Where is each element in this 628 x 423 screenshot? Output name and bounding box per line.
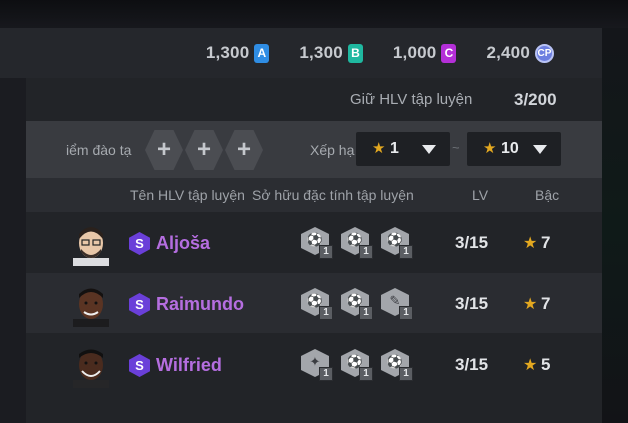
currency-a: 1,300 A: [206, 43, 270, 63]
boot-trait-icon: ⚽ 1: [341, 227, 375, 261]
coach-level: 3/15: [455, 294, 489, 313]
coach-grade: 7: [541, 294, 551, 313]
ball-trait-icon: ⚽ 1: [381, 227, 415, 261]
column-header-grade: Bậc: [535, 187, 560, 203]
table-row[interactable]: S Wilfried ✦ 1 ⚽ 1 ⚽ 1 3/15 ★ 5: [26, 334, 602, 394]
currency-a-icon: A: [254, 43, 270, 63]
currency-cp: 2,400 CP: [486, 43, 554, 63]
hold-row: Giữ HLV tập luyện 3/200: [26, 78, 602, 121]
coach-name: Raimundo: [156, 294, 244, 314]
coach-level: 3/15: [455, 355, 489, 374]
trait-level: 1: [399, 245, 413, 259]
rarity-s-badge: S: [129, 232, 150, 255]
table-header: Tên HLV tập luyện Sở hữu đặc tính tập lu…: [26, 178, 602, 212]
ball-trait-icon: ⚽ 1: [341, 349, 375, 383]
min-rank-dropdown[interactable]: ★ 1: [356, 132, 450, 166]
table-row[interactable]: S Aljoša ⚽ 1 ⚽ 1 ⚽ 1 3/15 ★ 7: [26, 212, 602, 272]
whistle-trait-icon: ✎ 1: [381, 288, 415, 322]
column-header-traits: Sở hữu đặc tính tập luyện: [252, 187, 414, 203]
column-header-name: Tên HLV tập luyện: [130, 187, 245, 203]
currency-amount: 1,300: [205, 43, 250, 62]
currency-b: 1,300 B: [299, 43, 363, 63]
cp-coin-icon: CP: [535, 43, 554, 63]
star-icon: ★: [523, 357, 538, 374]
boot-trait-icon: ⚽ 1: [301, 227, 335, 261]
table-row[interactable]: S Raimundo ⚽ 1 ⚽ 1 ✎ 1 3/15 ★ 7: [26, 273, 602, 333]
star-icon: ★: [523, 296, 538, 313]
currency-amount: 2,400: [486, 43, 530, 62]
plus-icon: +: [156, 136, 171, 163]
max-rank-dropdown[interactable]: ★ 10: [467, 132, 561, 166]
star-icon: ★: [483, 140, 497, 157]
hold-label: Giữ HLV tập luyện: [350, 91, 473, 108]
currency-c-icon: C: [441, 43, 457, 63]
boot-trait-icon: ⚽ 1: [301, 288, 335, 322]
coach-avatar: [73, 227, 109, 266]
player-trait-icon: ✦ 1: [301, 349, 335, 383]
chevron-down-icon: [533, 145, 547, 154]
currency-amount: 1,300: [299, 43, 343, 62]
filter-row: iểm đào tạ + + + Xếp hạ ★ 1 ~ ★ 10: [26, 121, 602, 178]
chevron-down-icon: [422, 145, 436, 154]
hold-count: 3/200: [514, 90, 557, 109]
add-trait-slot[interactable]: +: [145, 130, 183, 170]
coach-grade: 5: [541, 355, 551, 374]
plus-icon: +: [236, 136, 251, 163]
range-separator: ~: [452, 140, 460, 155]
add-trait-slot[interactable]: +: [225, 130, 263, 170]
training-points-label: iểm đào tạ: [66, 142, 132, 158]
coach-avatar: [73, 349, 109, 388]
currency-b-icon: B: [347, 43, 363, 63]
trait-level: 1: [359, 367, 373, 381]
right-backdrop: [602, 28, 628, 423]
star-icon: ★: [523, 235, 538, 252]
trainer-panel: Giữ HLV tập luyện 3/200 iểm đào tạ + + +…: [26, 78, 602, 423]
trait-level: 1: [319, 245, 333, 259]
min-rank-value: 1: [390, 140, 399, 157]
plus-icon: +: [196, 136, 211, 163]
coach-grade: 7: [541, 233, 551, 252]
currency-c: 1,000 C: [393, 43, 457, 63]
trait-level: 1: [319, 306, 333, 320]
trait-level: 1: [359, 245, 373, 259]
coach-name: Aljoša: [156, 233, 211, 253]
add-trait-slot[interactable]: +: [185, 130, 223, 170]
currency-amount: 1,000: [392, 43, 437, 62]
rank-label: Xếp hạ: [310, 142, 355, 158]
column-header-lv: LV: [472, 187, 489, 203]
rarity-s-badge: S: [129, 293, 150, 316]
trait-level: 1: [399, 367, 413, 381]
rarity-s-badge: S: [129, 354, 150, 377]
trait-level: 1: [399, 306, 413, 320]
star-icon: ★: [372, 140, 386, 157]
left-backdrop: [0, 28, 26, 423]
ball-trait-icon: ⚽ 1: [381, 349, 415, 383]
coach-level: 3/15: [455, 233, 489, 252]
coach-name: Wilfried: [156, 355, 222, 375]
ball-trait-icon: ⚽ 1: [341, 288, 375, 322]
coach-avatar: [73, 288, 109, 327]
currency-bar: 1,300 A 1,300 B 1,000 C 2,400 CP: [0, 28, 602, 78]
top-backdrop: [0, 0, 628, 28]
trait-level: 1: [319, 367, 333, 381]
max-rank-value: 10: [501, 140, 519, 157]
trait-level: 1: [359, 306, 373, 320]
